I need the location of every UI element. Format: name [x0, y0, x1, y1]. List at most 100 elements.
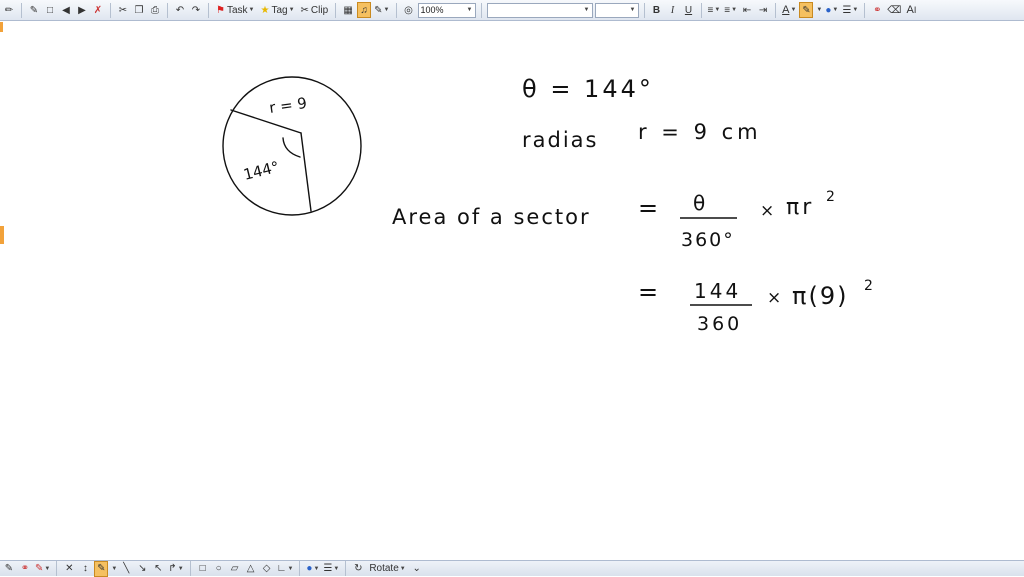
audio-icon[interactable]: ♫	[357, 2, 372, 18]
exponent-1: 2	[826, 189, 835, 205]
chevron-down-icon: ▼	[583, 7, 590, 13]
task-label: Task	[226, 4, 248, 16]
separator	[110, 2, 111, 18]
axis-tool-icon[interactable]: ↱ ▼	[167, 561, 184, 577]
rotate-button[interactable]: Rotate ▼	[367, 561, 407, 577]
numbered-list-icon[interactable]: ≡ ▼	[723, 2, 738, 18]
separator	[700, 2, 702, 18]
font-size-select[interactable]: ▼	[594, 2, 639, 18]
radius-line-2	[300, 132, 312, 212]
edit-icon[interactable]: ✎	[27, 2, 41, 18]
clip-button[interactable]: ✂ Clip	[299, 2, 331, 18]
lasso-icon[interactable]: ⚭	[870, 2, 884, 18]
rotate-icon[interactable]: ↻	[351, 561, 365, 577]
chevron-down-icon: ▼	[466, 7, 473, 13]
chevron-down-icon[interactable]: ▼	[816, 7, 822, 13]
separator	[643, 2, 645, 18]
radius-label: r = 9	[268, 94, 308, 117]
eraser-icon[interactable]: ⌫	[886, 2, 902, 18]
new-page-icon[interactable]: □	[43, 2, 57, 18]
font-size-button[interactable]: A I	[904, 2, 918, 18]
back-icon[interactable]: ◀	[59, 2, 73, 18]
underline-button[interactable]: U	[682, 2, 696, 18]
tag-button[interactable]: ★ Tag ▼	[258, 2, 296, 18]
redo-icon[interactable]: ↷	[189, 2, 203, 18]
line-weight-icon[interactable]: ☰ ▼	[841, 2, 859, 18]
cut-icon[interactable]: ✂	[116, 2, 130, 18]
fraction-2-numerator: 144	[694, 279, 741, 303]
radius-value: r = 9 cm	[638, 120, 762, 144]
color-picker-icon[interactable]: ● ▼	[305, 561, 320, 577]
area-label: Area of a sector	[392, 205, 591, 229]
separator	[189, 561, 191, 576]
insert-space-icon[interactable]: ↕	[78, 561, 92, 577]
text-style-label: A	[782, 4, 790, 16]
ellipse-tool-icon[interactable]: ○	[212, 561, 226, 577]
star-icon: ★	[260, 4, 270, 16]
separator	[56, 561, 58, 576]
target-icon[interactable]: ◎	[402, 2, 416, 18]
bullet-list-icon[interactable]: ≡ ▼	[707, 2, 722, 18]
angle-arc	[282, 137, 301, 158]
task-button[interactable]: ⚑ Task ▼	[214, 2, 256, 18]
exponent-2: 2	[864, 278, 873, 294]
pen-tool-icon[interactable]: ✏	[2, 2, 16, 18]
rectangle-tool-icon[interactable]: □	[196, 561, 210, 577]
delete-icon[interactable]: ✗	[91, 2, 105, 18]
arrow-tool-icon[interactable]: ↘	[135, 561, 149, 577]
chevron-down-icon: ▼	[288, 7, 295, 13]
italic-button[interactable]: I	[666, 2, 680, 18]
forward-icon[interactable]: ▶	[75, 2, 89, 18]
line-weight-icon[interactable]: ☰ ▼	[322, 561, 340, 577]
indent-icon[interactable]: ⇥	[756, 2, 770, 18]
parallelogram-tool-icon[interactable]: ▱	[228, 561, 242, 577]
zoom-select[interactable]: 100% ▼	[417, 2, 476, 18]
pi-r: πr	[786, 195, 814, 220]
separator	[345, 561, 347, 576]
bold-button[interactable]: B	[650, 2, 664, 18]
clip-label: Clip	[310, 4, 329, 16]
theta-line: θ = 144°	[522, 75, 654, 103]
equals-1: =	[638, 194, 658, 222]
times-1: ×	[760, 201, 774, 221]
fraction-2-denominator: 360	[697, 313, 742, 335]
rotate-label: Rotate	[369, 563, 399, 574]
highlighter-icon[interactable]: ✎	[799, 2, 814, 18]
copy-icon[interactable]: ❐	[132, 2, 146, 18]
chevron-down-icon[interactable]: ▼	[111, 566, 117, 572]
top-toolbar: ✏ ✎ □ ◀ ▶ ✗ ✂ ❐ ⎙ ↶ ↷ ⚑ Task ▼ ★ Tag ▼ ✂…	[0, 0, 1024, 21]
chevron-down-icon: ▼	[629, 7, 636, 13]
separator	[167, 2, 168, 18]
chevron-down-icon: ▼	[248, 7, 255, 13]
font-color-icon[interactable]: ● ▼	[824, 2, 839, 18]
diamond-tool-icon[interactable]: ◇	[260, 561, 274, 577]
pi-nine: π(9)	[792, 282, 848, 310]
graph-tool-icon[interactable]: ∟ ▼	[276, 561, 295, 577]
line-tool-icon[interactable]: ╲	[119, 561, 133, 577]
separator	[21, 2, 22, 18]
pen-icon[interactable]: ✎	[94, 560, 109, 577]
triangle-tool-icon[interactable]: △	[244, 561, 258, 577]
separator	[864, 2, 866, 18]
font-name-select[interactable]: ▼	[486, 2, 593, 18]
more-options-icon[interactable]: ⌄	[410, 561, 424, 577]
separator	[208, 2, 209, 18]
outdent-icon[interactable]: ⇤	[740, 2, 754, 18]
paste-icon[interactable]: ⎙	[148, 2, 162, 18]
select-tool-icon[interactable]: ✎	[2, 561, 16, 577]
tag-label: Tag	[271, 4, 288, 16]
note-canvas[interactable]: r = 9 144° θ = 144° radias r = 9 cm Area…	[0, 22, 1024, 559]
lasso-icon[interactable]: ⚭	[18, 561, 32, 577]
clip-icon: ✂	[300, 4, 309, 16]
chevron-down-icon: ▼	[399, 565, 406, 572]
text-style-button[interactable]: A ▼	[781, 2, 797, 18]
chevron-down-icon: ▼	[790, 7, 797, 13]
highlighter-pen-icon[interactable]: ✎ ▼	[34, 561, 51, 577]
close-icon[interactable]: ✕	[62, 561, 76, 577]
double-arrow-tool-icon[interactable]: ↖	[151, 561, 165, 577]
pen-options-icon[interactable]: ✎ ▼	[373, 2, 390, 18]
undo-icon[interactable]: ↶	[173, 2, 187, 18]
cursor-icon: I	[913, 5, 917, 15]
separator	[335, 2, 337, 18]
table-icon[interactable]: ▦	[341, 2, 355, 18]
